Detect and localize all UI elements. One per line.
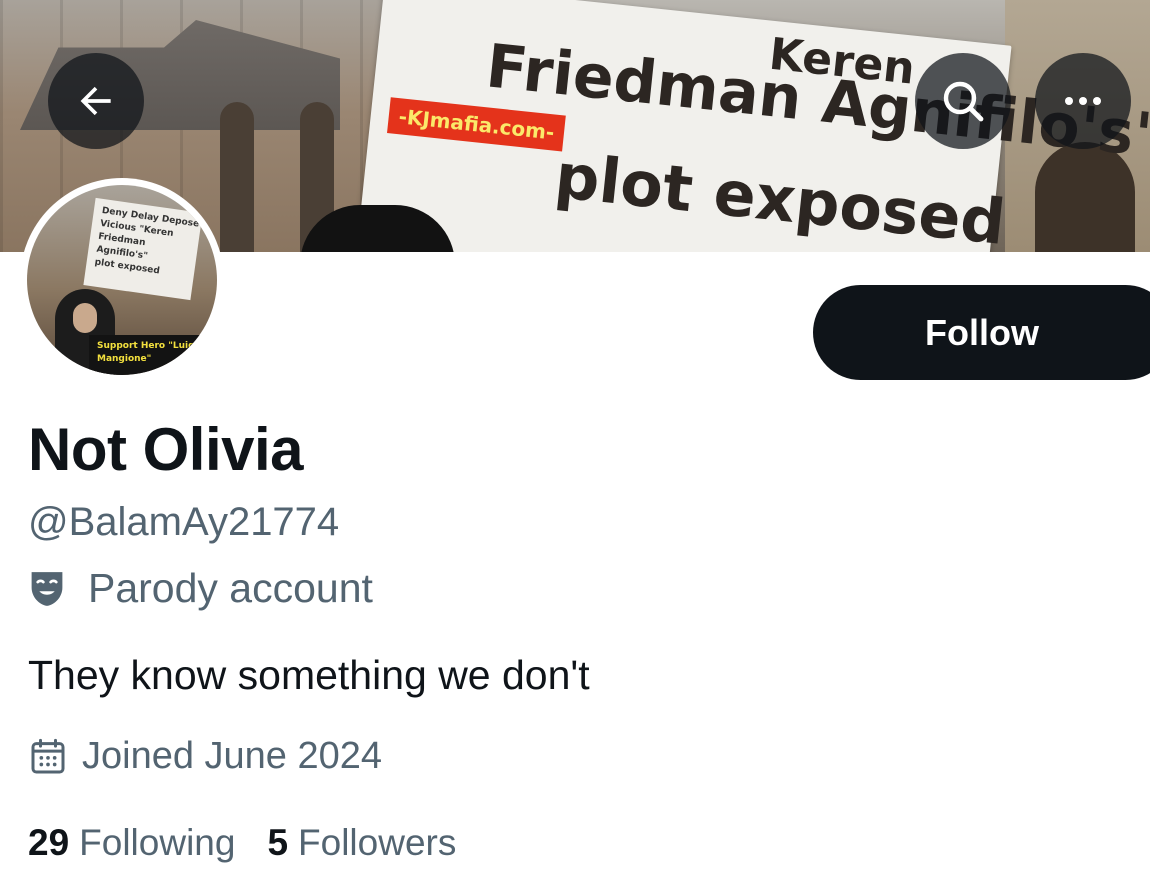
bio-text: They know something we don't (28, 652, 590, 698)
avatar-sign: Deny Delay Depose Vicious "Keren Friedma… (83, 197, 203, 301)
avatar-sign-text: Deny Delay Depose Vicious "Keren Friedma… (93, 205, 200, 277)
back-button[interactable] (48, 53, 144, 149)
following-count: 29 (28, 822, 70, 863)
search-button[interactable] (915, 53, 1011, 149)
following-link[interactable]: 29 Following (28, 822, 235, 864)
join-date: Joined June 2024 (28, 735, 382, 778)
more-horizontal-icon (1065, 97, 1101, 105)
parody-label-text: Parody account (88, 565, 373, 611)
profile-avatar[interactable]: Deny Delay Depose Vicious "Keren Friedma… (20, 178, 224, 382)
username-handle: @BalamAy21774 (28, 500, 340, 544)
more-options-button[interactable] (1035, 53, 1131, 149)
avatar-image: Deny Delay Depose Vicious "Keren Friedma… (27, 185, 217, 375)
banner-sign-line: plot exposed (551, 139, 1009, 252)
search-icon (943, 81, 984, 122)
followers-link[interactable]: 5 Followers (267, 822, 456, 864)
parody-label[interactable]: Parody account (28, 565, 373, 612)
follow-stats: 29 Following 5 Followers (28, 822, 456, 864)
follow-button[interactable]: Follow (813, 285, 1150, 380)
avatar-banner-text: Support Hero "Luigi Mangione" (97, 341, 198, 364)
banner-protest-sign: Keren Friedman Agnifilo's" -KJmafia.com-… (356, 0, 1150, 252)
profile-page: Keren Friedman Agnifilo's" -KJmafia.com-… (0, 0, 1150, 880)
followers-count: 5 (267, 822, 289, 863)
calendar-icon (31, 738, 65, 773)
following-label: Following (79, 822, 236, 863)
display-name: Not Olivia (28, 416, 304, 483)
join-date-text: Joined June 2024 (82, 735, 383, 777)
arrow-left-icon (80, 86, 111, 116)
followers-label: Followers (298, 822, 457, 863)
avatar-banner: Support Hero "Luigi Mangione" (89, 335, 201, 375)
avatar-face (73, 303, 97, 333)
theater-mask-icon (31, 571, 63, 606)
